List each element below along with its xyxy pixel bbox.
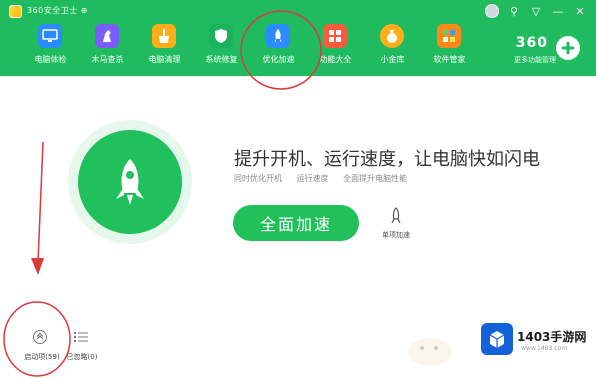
nav-item-small-vault[interactable]: 小金库 [364,20,421,74]
nav-label: 电脑体检 [34,55,67,64]
app-title: 360安全卫士 ⊕ [27,6,89,15]
nav-item-optimize-speedup[interactable]: 优化加速 [250,20,307,74]
broom-icon [152,24,176,48]
close-icon[interactable]: ✕ [572,3,588,19]
ignored-items-label: 已忽略(0) [66,353,98,361]
nav-label: 优化加速 [262,55,295,64]
apps-icon [437,24,461,48]
rocket-icon [116,159,144,205]
money-bag-icon [380,24,404,48]
nav-item-trojan-scan[interactable]: 木马查杀 [79,20,136,74]
nav-item-pc-checkup[interactable]: 电脑体检 [22,20,79,74]
nav-label: 系统修复 [205,55,238,64]
account-avatar-button[interactable] [484,3,500,19]
page-headline: 提升开机、运行速度，让电脑快如闪电 [234,149,540,170]
speedup-hero-icon [78,130,182,234]
ignored-items-button[interactable]: 已忽略(0) [64,330,100,364]
brand-logo: 360 [515,35,548,51]
avatar [485,4,499,18]
nav-label: 软件管家 [433,55,466,64]
minimize-icon[interactable]: — [550,3,566,19]
subline-item: 同时优化开机 [234,174,282,183]
nav-label: 小金库 [380,55,405,64]
page-subline: 同时优化开机 运行速度 全面提升电脑性能 [234,173,419,184]
brand-subtitle: 更多功能管理 [514,56,556,64]
rocket-icon [266,24,290,48]
watermark-url: www.1403.com [521,345,568,352]
list-icon [74,332,88,342]
shield-icon [209,24,233,48]
arrow-line [37,141,44,263]
nav-item-software-manager[interactable]: 软件管家 [421,20,478,74]
header-bar: 360安全卫士 ⊕ ⚲ ▽ — ✕ 电脑体检 木马查杀 电脑清理 系统修复 优化… [0,0,596,76]
chevron-up-icon [33,330,47,344]
monitor-icon [38,24,62,48]
title-bar: 360安全卫士 ⊕ ⚲ ▽ — ✕ [0,0,596,22]
nav-label: 功能大全 [319,55,352,64]
subline-item: 全面提升电脑性能 [343,174,408,183]
nav-item-system-repair[interactable]: 系统修复 [193,20,250,74]
small-rocket-icon [391,207,401,224]
grid-icon [323,24,347,48]
watermark-logo [481,323,513,355]
single-accelerate-label: 单项加速 [382,231,410,239]
accelerate-all-button[interactable]: 全面加速 [233,205,359,241]
single-accelerate-button[interactable]: 单项加速 [376,207,416,241]
bottom-toolbar: 启动项(59) 已忽略(0) [0,322,180,362]
more-features-button[interactable] [556,36,580,60]
nav-label: 电脑清理 [148,55,181,64]
plus-icon [562,42,574,54]
startup-items-button[interactable]: 启动项(59) [20,330,62,364]
startup-items-label: 启动项(59) [24,353,60,361]
nav-item-all-features[interactable]: 功能大全 [307,20,364,74]
subline-item: 运行速度 [296,174,329,183]
app-window: 360安全卫士 ⊕ ⚲ ▽ — ✕ 电脑体检 木马查杀 电脑清理 系统修复 优化… [0,0,596,379]
watermark-mascot [408,338,452,366]
menu-icon[interactable]: ▽ [528,3,544,19]
watermark-brand: 1403手游网 [517,330,587,344]
system-buttons: ⚲ ▽ — ✕ [484,3,588,19]
main-nav: 电脑体检 木马查杀 电脑清理 系统修复 优化加速 功能大全 小金库 软件管家 [22,20,482,74]
horse-icon [95,24,119,48]
nav-label: 木马查杀 [91,55,124,64]
skin-icon[interactable]: ⚲ [506,3,522,19]
nav-item-pc-cleanup[interactable]: 电脑清理 [136,20,193,74]
app-logo [9,5,22,18]
arrow-head [31,258,44,275]
